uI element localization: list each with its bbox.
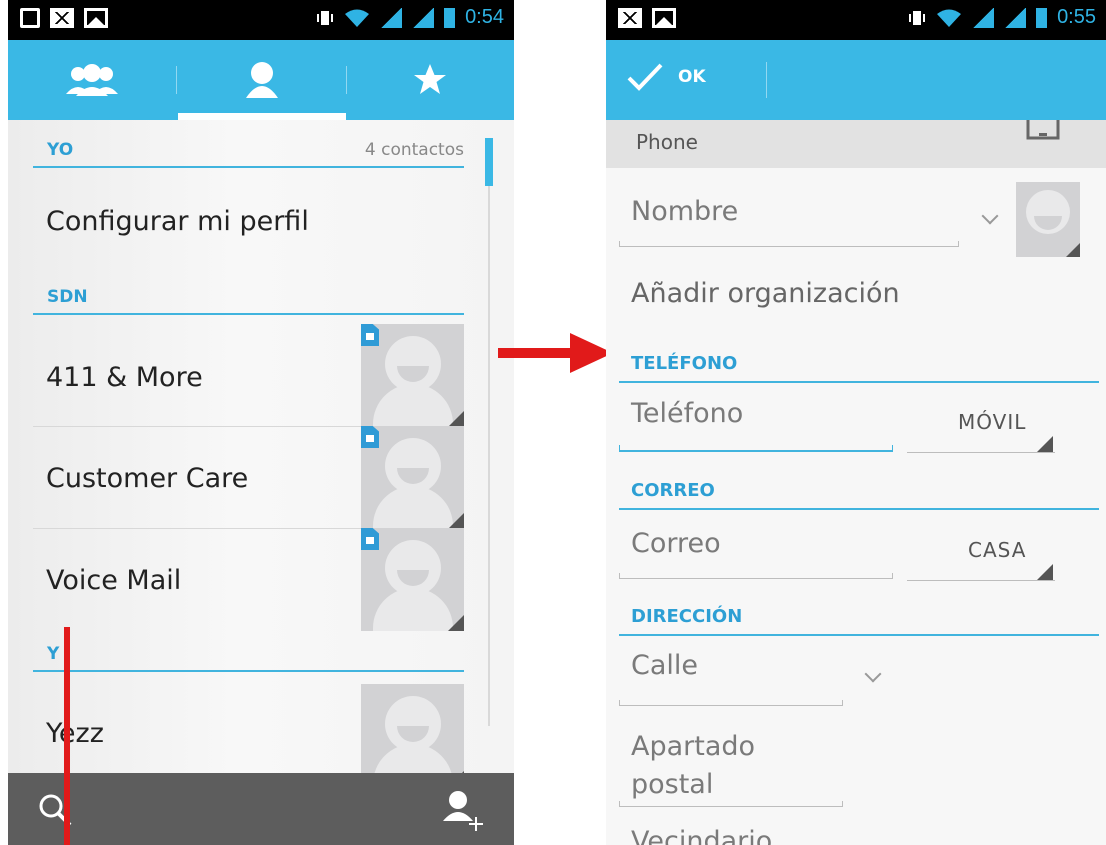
ok-button[interactable]: OK: [626, 62, 706, 92]
annotation-arrow: [498, 333, 613, 373]
add-contact-icon[interactable]: [440, 789, 486, 835]
contact-avatar[interactable]: [361, 426, 464, 529]
status-bar: 0:55: [606, 0, 1106, 40]
section-title: YO: [47, 140, 74, 160]
tab-groups[interactable]: [8, 40, 176, 120]
spinner-corner-icon: [1037, 564, 1053, 580]
gmail-icon: [618, 8, 642, 28]
signal-icon: [380, 7, 403, 28]
configure-profile-item[interactable]: Configurar mi perfil: [46, 206, 309, 237]
contact-photo[interactable]: [1016, 182, 1080, 257]
spinner-underline: [907, 452, 1055, 453]
battery-icon: [444, 7, 456, 28]
street-field[interactable]: Calle: [631, 650, 698, 681]
phone-device-icon: [1026, 120, 1060, 140]
section-title: DIRECCIÓN: [631, 606, 743, 627]
checkmark-icon: [627, 63, 663, 91]
street-field-underline: [619, 700, 843, 706]
groups-icon: [66, 64, 118, 96]
contact-avatar[interactable]: [361, 684, 464, 787]
bottom-action-bar: [8, 773, 514, 845]
contact-item[interactable]: Customer Care: [46, 463, 248, 494]
vibrate-icon: [909, 10, 926, 25]
action-bar: OK: [606, 40, 1106, 120]
section-title: Y: [47, 644, 60, 664]
section-header-sdn: SDN: [33, 285, 464, 315]
chevron-down-icon[interactable]: [864, 665, 882, 683]
vibrate-icon: [317, 10, 334, 25]
account-strip: Phone: [606, 120, 1106, 168]
account-label: Phone: [636, 130, 698, 154]
spinner-corner-icon: [1037, 436, 1053, 452]
clock: 0:54: [465, 6, 504, 28]
pobox-label-line2: postal: [631, 769, 714, 800]
tab-favorites[interactable]: [346, 40, 514, 120]
divider: [33, 426, 363, 427]
search-icon[interactable]: [36, 791, 76, 831]
contact-avatar[interactable]: [361, 528, 464, 631]
signal-icon-2: [412, 7, 435, 28]
person-icon: [246, 62, 278, 98]
contact-item[interactable]: Voice Mail: [46, 565, 181, 596]
neighborhood-field[interactable]: Vecindario: [631, 826, 772, 845]
ok-label: OK: [678, 67, 706, 87]
pobox-field-underline: [619, 801, 843, 807]
phone-type-spinner[interactable]: MÓVIL: [958, 410, 1026, 434]
phone-field[interactable]: Teléfono: [631, 398, 743, 429]
email-field-underline: [619, 573, 893, 579]
wifi-icon: [937, 9, 962, 27]
add-organization-link[interactable]: Añadir organización: [631, 278, 900, 309]
signal-icon-2: [1004, 7, 1027, 28]
chevron-down-icon[interactable]: [981, 207, 999, 225]
annotation-red-line: [64, 627, 70, 845]
scrollbar-track: [488, 186, 490, 726]
sim-lock-icon: [361, 528, 379, 550]
sim-lock-icon: [361, 324, 379, 346]
section-header-address: DIRECCIÓN: [619, 604, 1099, 636]
tab-bar: [8, 40, 514, 120]
contacts-screen: 0:54 YO 4 contactos Configurar mi perfil: [8, 0, 514, 845]
section-title: SDN: [47, 287, 88, 307]
name-field[interactable]: Nombre: [631, 196, 738, 227]
contact-item[interactable]: 411 & More: [46, 362, 203, 393]
phone-field-underline: [619, 445, 893, 452]
spinner-underline: [907, 580, 1055, 581]
notification-icon: [20, 8, 40, 28]
email-type-spinner[interactable]: CASA: [968, 538, 1026, 562]
section-header-y: Y: [33, 642, 464, 672]
clock: 0:55: [1057, 6, 1096, 28]
section-title: TELÉFONO: [631, 353, 738, 374]
email-field[interactable]: Correo: [631, 528, 721, 559]
battery-icon: [1036, 7, 1048, 28]
tab-contacts[interactable]: [178, 40, 346, 120]
contact-avatar[interactable]: [361, 324, 464, 427]
scrollbar-thumb[interactable]: [485, 138, 493, 186]
image-icon: [652, 8, 676, 28]
pobox-label-line1: Apartado: [631, 731, 756, 762]
section-title: CORREO: [631, 480, 715, 501]
section-header-email: CORREO: [619, 478, 1099, 510]
divider: [33, 528, 363, 529]
status-bar: 0:54: [8, 0, 514, 40]
gmail-icon: [50, 8, 74, 28]
sim-lock-icon: [361, 426, 379, 448]
edit-contact-screen: 0:55 OK Phone Nombre Añadir organización…: [606, 0, 1106, 845]
section-header-phone: TELÉFONO: [619, 351, 1099, 383]
name-field-underline: [619, 241, 959, 247]
contact-item[interactable]: Yezz: [46, 718, 104, 749]
contact-count: 4 contactos: [364, 140, 464, 160]
star-icon: [414, 64, 446, 94]
image-icon: [84, 8, 108, 28]
pobox-field[interactable]: Apartado postal: [631, 728, 755, 804]
signal-icon: [972, 7, 995, 28]
section-header-yo: YO 4 contactos: [33, 138, 464, 168]
action-divider: [766, 62, 767, 98]
wifi-icon: [345, 9, 370, 27]
tab-divider: [176, 66, 177, 94]
